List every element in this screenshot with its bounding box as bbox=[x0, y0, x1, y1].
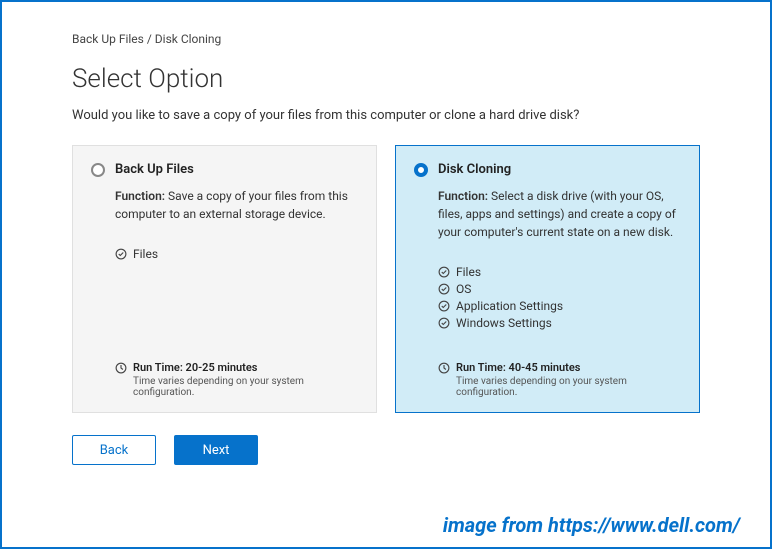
page-title: Select Option bbox=[72, 64, 700, 94]
check-icon bbox=[438, 266, 450, 278]
runtime-note-clone: Time varies depending on your system con… bbox=[438, 376, 681, 398]
runtime-note-backup: Time varies depending on your system con… bbox=[115, 376, 358, 398]
feature-item: Files bbox=[438, 265, 681, 279]
subtitle: Would you like to save a copy of your fi… bbox=[72, 108, 700, 123]
features-clone: Files OS Application Settings Windows Se… bbox=[438, 265, 681, 349]
feature-item: Files bbox=[115, 247, 358, 261]
option-card-clone[interactable]: Disk Cloning Function: Select a disk dri… bbox=[395, 145, 700, 413]
function-backup: Function: Save a copy of your files from… bbox=[115, 187, 358, 223]
card-title-clone: Disk Cloning bbox=[438, 162, 511, 177]
card-title-backup: Back Up Files bbox=[115, 162, 194, 177]
feature-item: Windows Settings bbox=[438, 316, 681, 330]
runtime-clone: Run Time: 40-45 minutes bbox=[438, 361, 681, 374]
function-clone: Function: Select a disk drive (with your… bbox=[438, 187, 681, 241]
radio-clone[interactable] bbox=[414, 163, 428, 177]
runtime-backup: Run Time: 20-25 minutes bbox=[115, 361, 358, 374]
check-icon bbox=[438, 300, 450, 312]
option-card-backup[interactable]: Back Up Files Function: Save a copy of y… bbox=[72, 145, 377, 413]
check-icon bbox=[438, 283, 450, 295]
check-icon bbox=[438, 317, 450, 329]
check-icon bbox=[115, 248, 127, 260]
clock-icon bbox=[438, 362, 450, 374]
feature-item: Application Settings bbox=[438, 299, 681, 313]
back-button[interactable]: Back bbox=[72, 435, 156, 465]
next-button[interactable]: Next bbox=[174, 435, 258, 465]
radio-backup[interactable] bbox=[91, 163, 105, 177]
watermark: image from https://www.dell.com/ bbox=[443, 513, 740, 537]
clock-icon bbox=[115, 362, 127, 374]
breadcrumb: Back Up Files / Disk Cloning bbox=[72, 32, 700, 46]
features-backup: Files bbox=[115, 247, 358, 349]
feature-item: OS bbox=[438, 282, 681, 296]
